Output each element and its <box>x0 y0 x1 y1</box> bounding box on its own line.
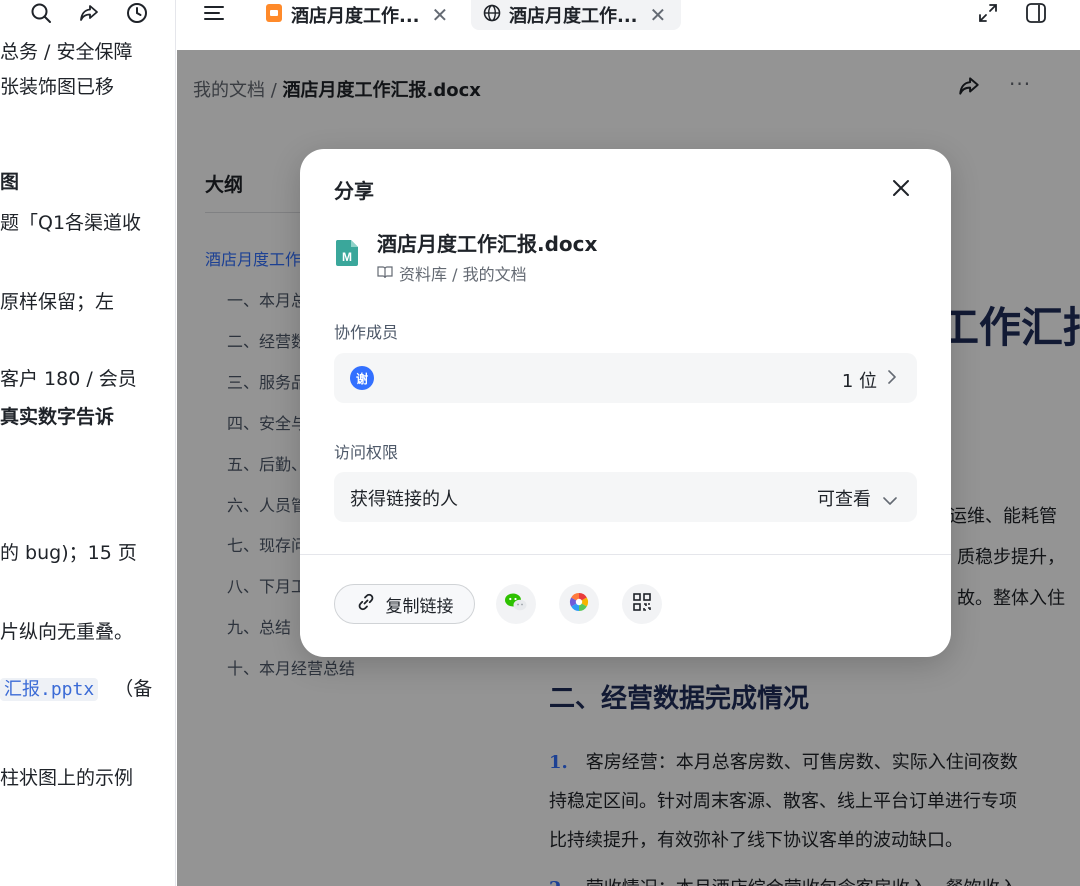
docx-file-icon: M <box>334 239 360 267</box>
dialog-title: 分享 <box>334 179 374 203</box>
chat-text-line: 张装饰图已移 <box>0 76 115 98</box>
avatar: 谢 <box>350 366 374 390</box>
share-forward-icon[interactable] <box>76 0 102 26</box>
search-icon[interactable] <box>28 0 54 26</box>
share-dialog: 分享 M 酒店月度工作汇报.docx 资料库 / 我的文档 协作成员 谢 1 位… <box>300 149 951 657</box>
access-target: 获得链接的人 <box>350 489 458 510</box>
chat-text-line: 的 bug)；15 页 <box>0 542 137 564</box>
wechat-icon <box>504 592 528 616</box>
globe-icon <box>483 4 501 27</box>
file-code-chip[interactable]: 汇报.pptx <box>0 678 99 701</box>
dialog-divider <box>300 554 951 555</box>
chat-text-line: 汇报.pptx （备 <box>0 677 152 702</box>
access-permission-row[interactable]: 获得链接的人 可查看 <box>334 472 917 522</box>
qrcode-share-button[interactable] <box>622 584 662 624</box>
chevron-down-icon <box>883 491 897 510</box>
copy-link-label: 复制链接 <box>385 596 454 617</box>
copy-link-button[interactable]: 复制链接 <box>334 584 475 624</box>
chevron-right-icon <box>887 369 897 389</box>
access-level-select[interactable]: 可查看 <box>817 485 871 511</box>
chat-text-line: 题「Q1各渠道收 <box>0 212 142 234</box>
expand-icon[interactable] <box>977 2 999 28</box>
chat-text-line: 客户 180 / 会员 <box>0 368 137 390</box>
chat-text-line: 片纵向无重叠。 <box>0 621 134 643</box>
chat-text-line: 总务 / 安全保障 <box>0 41 133 63</box>
tab-label: 酒店月度工作... <box>291 6 420 27</box>
chat-toolbar <box>0 0 175 26</box>
moments-share-button[interactable] <box>559 584 599 624</box>
members-label: 协作成员 <box>334 323 399 342</box>
tab-close-icon[interactable]: ✕ <box>432 3 449 27</box>
chat-pane: 总务 / 安全保障 张装饰图已移 图 题「Q1各渠道收 原样保留；左 客户 18… <box>0 0 176 886</box>
close-icon[interactable] <box>888 175 914 201</box>
tab-docx-doc[interactable]: 酒店月度工作... ✕ <box>471 0 681 30</box>
tab-close-icon[interactable]: ✕ <box>650 3 667 27</box>
slides-file-icon <box>265 3 283 28</box>
chat-text-line: 图 <box>0 171 20 193</box>
menu-icon[interactable] <box>203 2 225 28</box>
tab-bar: 酒店月度工作... ✕ 酒店月度工作... ✕ <box>177 0 1080 50</box>
tab-slides-doc[interactable]: 酒店月度工作... ✕ <box>265 0 451 30</box>
chat-text-fragment: （备 <box>114 678 153 700</box>
member-count: 1 位 <box>841 371 877 392</box>
file-path-text[interactable]: 资料库 / 我的文档 <box>399 261 527 285</box>
qrcode-icon <box>632 592 652 616</box>
chat-text-line: 柱状图上的示例 <box>0 767 134 789</box>
file-name: 酒店月度工作汇报.docx <box>377 232 598 256</box>
chat-text-line: 真实数字告诉 <box>0 406 115 428</box>
link-icon <box>356 592 376 617</box>
members-row[interactable]: 谢 1 位 <box>334 353 917 403</box>
access-label: 访问权限 <box>334 443 399 462</box>
sidebar-toggle-icon[interactable] <box>1025 2 1047 28</box>
tab-label: 酒店月度工作... <box>509 6 638 27</box>
file-path: 资料库 / 我的文档 <box>377 261 527 285</box>
moments-icon <box>568 591 590 617</box>
history-clock-icon[interactable] <box>124 0 150 26</box>
wechat-share-button[interactable] <box>496 584 536 624</box>
svg-text:M: M <box>342 250 352 264</box>
chat-text-line: 原样保留；左 <box>0 291 115 313</box>
book-icon <box>377 264 393 283</box>
